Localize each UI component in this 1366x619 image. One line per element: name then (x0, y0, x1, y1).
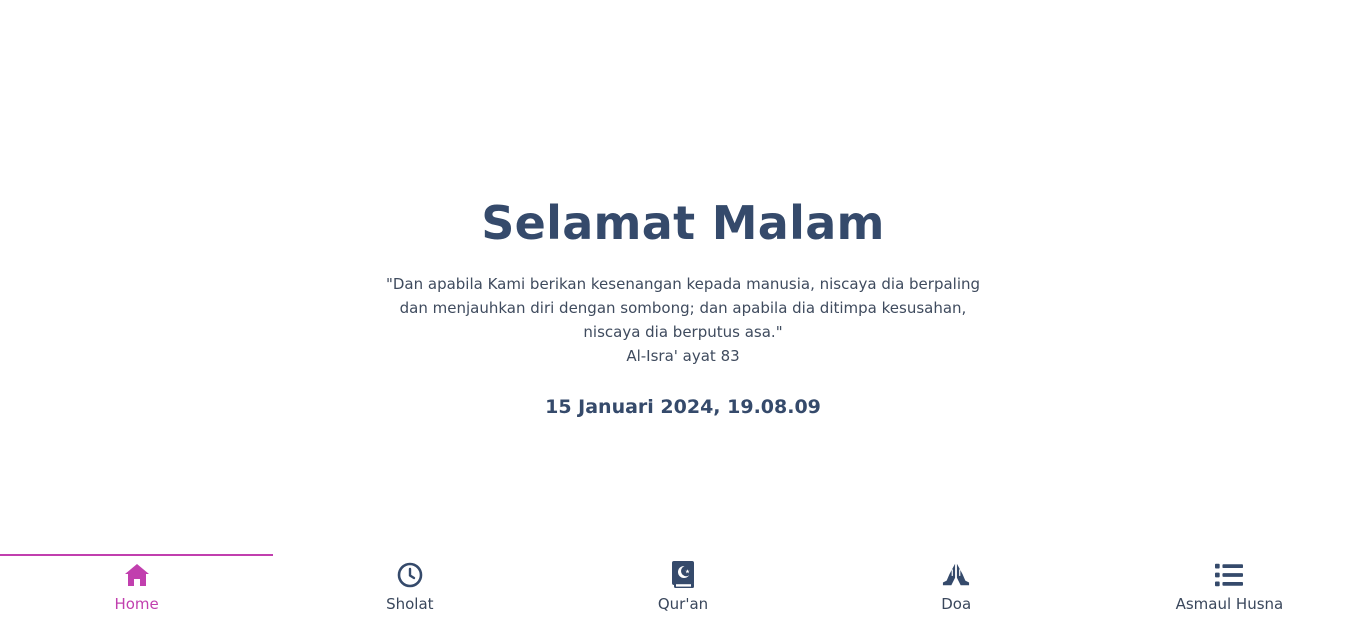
quote-source: Al-Isra' ayat 83 (626, 347, 740, 365)
quote-line: dan menjauhkan diri dengan sombong; dan … (399, 299, 967, 317)
current-datetime: 15 Januari 2024, 19.08.09 (545, 396, 821, 418)
clock-icon (396, 561, 424, 589)
greeting-section: Selamat Malam "Dan apabila Kami berikan … (0, 192, 1366, 420)
nav-item-quran[interactable]: Qur'an (546, 554, 819, 619)
nav-item-home[interactable]: Home (0, 554, 274, 619)
home-icon (123, 561, 151, 589)
app-page: Selamat Malam "Dan apabila Kami berikan … (0, 0, 1366, 619)
bottom-navigation: Home Sholat Qur'an Doa Asmaul Husna (0, 554, 1366, 619)
nav-label-sholat: Sholat (386, 595, 434, 613)
praying-hands-icon (942, 561, 970, 589)
nav-item-asmaul-husna[interactable]: Asmaul Husna (1093, 554, 1366, 619)
nav-item-sholat[interactable]: Sholat (273, 554, 546, 619)
quote-line: niscaya dia berputus asa." (583, 323, 783, 341)
nav-label-home: Home (114, 595, 159, 613)
greeting-title: Selamat Malam (481, 196, 885, 250)
quran-icon (669, 561, 697, 589)
nav-label-asmaul-husna: Asmaul Husna (1175, 595, 1284, 613)
nav-label-doa: Doa (941, 595, 972, 613)
nav-item-doa[interactable]: Doa (820, 554, 1093, 619)
nav-label-quran: Qur'an (657, 595, 709, 613)
quote-line: "Dan apabila Kami berikan kesenangan kep… (385, 275, 981, 293)
list-icon (1215, 561, 1244, 589)
quote-block: "Dan apabila Kami berikan kesenangan kep… (383, 272, 983, 368)
